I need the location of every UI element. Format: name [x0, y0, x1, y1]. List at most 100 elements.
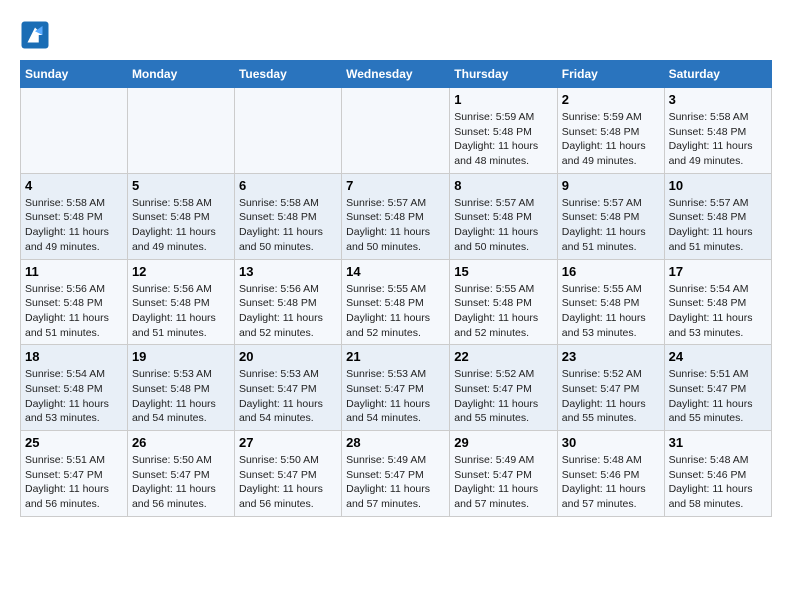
weekday-sunday: Sunday	[21, 61, 128, 88]
day-number: 2	[562, 92, 660, 107]
day-info: Sunrise: 5:59 AM Sunset: 5:48 PM Dayligh…	[454, 110, 553, 169]
calendar-cell: 23 Sunrise: 5:52 AM Sunset: 5:47 PM Dayli…	[557, 345, 664, 431]
calendar-cell: 22 Sunrise: 5:52 AM Sunset: 5:47 PM Dayli…	[450, 345, 558, 431]
day-number: 16	[562, 264, 660, 279]
calendar-cell: 17 Sunrise: 5:54 AM Sunset: 5:48 PM Dayli…	[664, 259, 771, 345]
calendar-cell: 21Sunrise: 5:53 AM Sunset: 5:47 PM Dayli…	[342, 345, 450, 431]
calendar-cell	[342, 88, 450, 174]
day-number: 1	[454, 92, 553, 107]
day-number: 4	[25, 178, 123, 193]
calendar-cell: 25Sunrise: 5:51 AM Sunset: 5:47 PM Dayli…	[21, 431, 128, 517]
calendar-cell: 13Sunrise: 5:56 AM Sunset: 5:48 PM Dayli…	[234, 259, 341, 345]
weekday-row: SundayMondayTuesdayWednesdayThursdayFrid…	[21, 61, 772, 88]
calendar-cell: 27 Sunrise: 5:50 AM Sunset: 5:47 PM Dayli…	[234, 431, 341, 517]
calendar-cell: 26 Sunrise: 5:50 AM Sunset: 5:47 PM Dayli…	[127, 431, 234, 517]
day-info: Sunrise: 5:55 AM Sunset: 5:48 PM Dayligh…	[454, 282, 553, 341]
calendar-cell: 29 Sunrise: 5:49 AM Sunset: 5:47 PM Dayli…	[450, 431, 558, 517]
day-number: 9	[562, 178, 660, 193]
day-info: Sunrise: 5:49 AM Sunset: 5:47 PM Dayligh…	[454, 453, 553, 512]
calendar-cell: 18Sunrise: 5:54 AM Sunset: 5:48 PM Dayli…	[21, 345, 128, 431]
calendar-body: 1 Sunrise: 5:59 AM Sunset: 5:48 PM Daylig…	[21, 88, 772, 517]
calendar-cell: 6 Sunrise: 5:58 AM Sunset: 5:48 PM Daylig…	[234, 173, 341, 259]
day-number: 17	[669, 264, 767, 279]
day-number: 13	[239, 264, 337, 279]
day-number: 12	[132, 264, 230, 279]
week-row-3: 11 Sunrise: 5:56 AM Sunset: 5:48 PM Dayli…	[21, 259, 772, 345]
calendar-cell: 3 Sunrise: 5:58 AM Sunset: 5:48 PM Daylig…	[664, 88, 771, 174]
calendar-cell: 15 Sunrise: 5:55 AM Sunset: 5:48 PM Dayli…	[450, 259, 558, 345]
calendar-cell: 20 Sunrise: 5:53 AM Sunset: 5:47 PM Dayli…	[234, 345, 341, 431]
day-number: 15	[454, 264, 553, 279]
calendar-cell: 28 Sunrise: 5:49 AM Sunset: 5:47 PM Dayli…	[342, 431, 450, 517]
day-info: Sunrise: 5:50 AM Sunset: 5:47 PM Dayligh…	[239, 453, 337, 512]
weekday-friday: Friday	[557, 61, 664, 88]
day-number: 26	[132, 435, 230, 450]
day-info: Sunrise: 5:49 AM Sunset: 5:47 PM Dayligh…	[346, 453, 445, 512]
day-number: 28	[346, 435, 445, 450]
calendar-table: SundayMondayTuesdayWednesdayThursdayFrid…	[20, 60, 772, 517]
day-info: Sunrise: 5:54 AM Sunset: 5:48 PM Dayligh…	[25, 367, 123, 426]
day-number: 23	[562, 349, 660, 364]
calendar-cell: 4Sunrise: 5:58 AM Sunset: 5:48 PM Daylig…	[21, 173, 128, 259]
page-header	[20, 20, 772, 50]
day-number: 5	[132, 178, 230, 193]
day-info: Sunrise: 5:57 AM Sunset: 5:48 PM Dayligh…	[669, 196, 767, 255]
day-info: Sunrise: 5:57 AM Sunset: 5:48 PM Dayligh…	[454, 196, 553, 255]
day-info: Sunrise: 5:53 AM Sunset: 5:47 PM Dayligh…	[346, 367, 445, 426]
weekday-wednesday: Wednesday	[342, 61, 450, 88]
day-number: 3	[669, 92, 767, 107]
day-info: Sunrise: 5:57 AM Sunset: 5:48 PM Dayligh…	[346, 196, 445, 255]
calendar-cell	[234, 88, 341, 174]
day-info: Sunrise: 5:51 AM Sunset: 5:47 PM Dayligh…	[669, 367, 767, 426]
day-info: Sunrise: 5:55 AM Sunset: 5:48 PM Dayligh…	[346, 282, 445, 341]
day-info: Sunrise: 5:53 AM Sunset: 5:47 PM Dayligh…	[239, 367, 337, 426]
calendar-cell: 11Sunrise: 5:56 AM Sunset: 5:48 PM Dayli…	[21, 259, 128, 345]
day-number: 25	[25, 435, 123, 450]
day-info: Sunrise: 5:56 AM Sunset: 5:48 PM Dayligh…	[132, 282, 230, 341]
calendar-cell: 31 Sunrise: 5:48 AM Sunset: 5:46 PM Dayli…	[664, 431, 771, 517]
day-info: Sunrise: 5:58 AM Sunset: 5:48 PM Dayligh…	[132, 196, 230, 255]
day-info: Sunrise: 5:52 AM Sunset: 5:47 PM Dayligh…	[454, 367, 553, 426]
day-number: 31	[669, 435, 767, 450]
logo-icon	[20, 20, 50, 50]
day-number: 11	[25, 264, 123, 279]
day-number: 6	[239, 178, 337, 193]
day-number: 19	[132, 349, 230, 364]
day-info: Sunrise: 5:58 AM Sunset: 5:48 PM Dayligh…	[669, 110, 767, 169]
calendar-cell: 19 Sunrise: 5:53 AM Sunset: 5:48 PM Dayli…	[127, 345, 234, 431]
day-info: Sunrise: 5:48 AM Sunset: 5:46 PM Dayligh…	[562, 453, 660, 512]
calendar-cell: 10Sunrise: 5:57 AM Sunset: 5:48 PM Dayli…	[664, 173, 771, 259]
day-number: 30	[562, 435, 660, 450]
week-row-2: 4 Sunrise: 5:58 AM Sunset: 5:48 PM Daylig…	[21, 173, 772, 259]
day-info: Sunrise: 5:55 AM Sunset: 5:48 PM Dayligh…	[562, 282, 660, 341]
day-info: Sunrise: 5:57 AM Sunset: 5:48 PM Dayligh…	[562, 196, 660, 255]
calendar-cell: 5 Sunrise: 5:58 AM Sunset: 5:48 PM Daylig…	[127, 173, 234, 259]
day-number: 29	[454, 435, 553, 450]
week-row-4: 18Sunrise: 5:54 AM Sunset: 5:48 PM Dayli…	[21, 345, 772, 431]
day-info: Sunrise: 5:58 AM Sunset: 5:48 PM Dayligh…	[239, 196, 337, 255]
logo	[20, 20, 54, 50]
calendar-cell: 16 Sunrise: 5:55 AM Sunset: 5:48 PM Dayli…	[557, 259, 664, 345]
day-number: 7	[346, 178, 445, 193]
day-number: 14	[346, 264, 445, 279]
calendar-cell: 2 Sunrise: 5:59 AM Sunset: 5:48 PM Daylig…	[557, 88, 664, 174]
calendar-cell	[127, 88, 234, 174]
weekday-monday: Monday	[127, 61, 234, 88]
day-info: Sunrise: 5:53 AM Sunset: 5:48 PM Dayligh…	[132, 367, 230, 426]
day-number: 27	[239, 435, 337, 450]
weekday-thursday: Thursday	[450, 61, 558, 88]
calendar-cell	[21, 88, 128, 174]
calendar-cell: 8Sunrise: 5:57 AM Sunset: 5:48 PM Daylig…	[450, 173, 558, 259]
day-info: Sunrise: 5:48 AM Sunset: 5:46 PM Dayligh…	[669, 453, 767, 512]
calendar-cell: 12 Sunrise: 5:56 AM Sunset: 5:48 PM Dayli…	[127, 259, 234, 345]
day-number: 24	[669, 349, 767, 364]
day-info: Sunrise: 5:50 AM Sunset: 5:47 PM Dayligh…	[132, 453, 230, 512]
day-number: 22	[454, 349, 553, 364]
day-info: Sunrise: 5:59 AM Sunset: 5:48 PM Dayligh…	[562, 110, 660, 169]
day-number: 20	[239, 349, 337, 364]
calendar-cell: 1 Sunrise: 5:59 AM Sunset: 5:48 PM Daylig…	[450, 88, 558, 174]
day-info: Sunrise: 5:52 AM Sunset: 5:47 PM Dayligh…	[562, 367, 660, 426]
week-row-5: 25Sunrise: 5:51 AM Sunset: 5:47 PM Dayli…	[21, 431, 772, 517]
day-info: Sunrise: 5:54 AM Sunset: 5:48 PM Dayligh…	[669, 282, 767, 341]
weekday-tuesday: Tuesday	[234, 61, 341, 88]
